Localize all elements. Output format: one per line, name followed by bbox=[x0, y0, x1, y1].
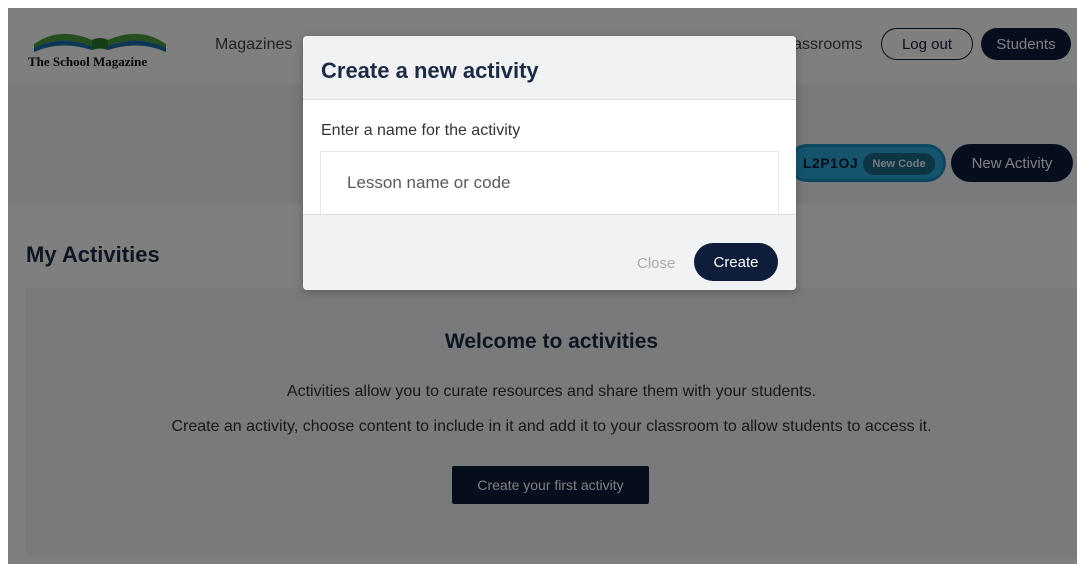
create-button[interactable]: Create bbox=[694, 243, 778, 281]
dialog-title: Create a new activity bbox=[321, 58, 539, 83]
activity-name-label: Enter a name for the activity bbox=[321, 122, 521, 139]
dialog-header: Create a new activity bbox=[303, 36, 796, 100]
dialog-body: Enter a name for the activity bbox=[303, 100, 796, 214]
activity-name-input[interactable] bbox=[321, 152, 778, 214]
page: The School Magazine Magazines Classrooms… bbox=[8, 8, 1077, 564]
close-button[interactable]: Close bbox=[637, 255, 675, 272]
dialog-footer: Close Create bbox=[303, 214, 796, 290]
create-activity-dialog: Create a new activity Enter a name for t… bbox=[303, 36, 796, 290]
